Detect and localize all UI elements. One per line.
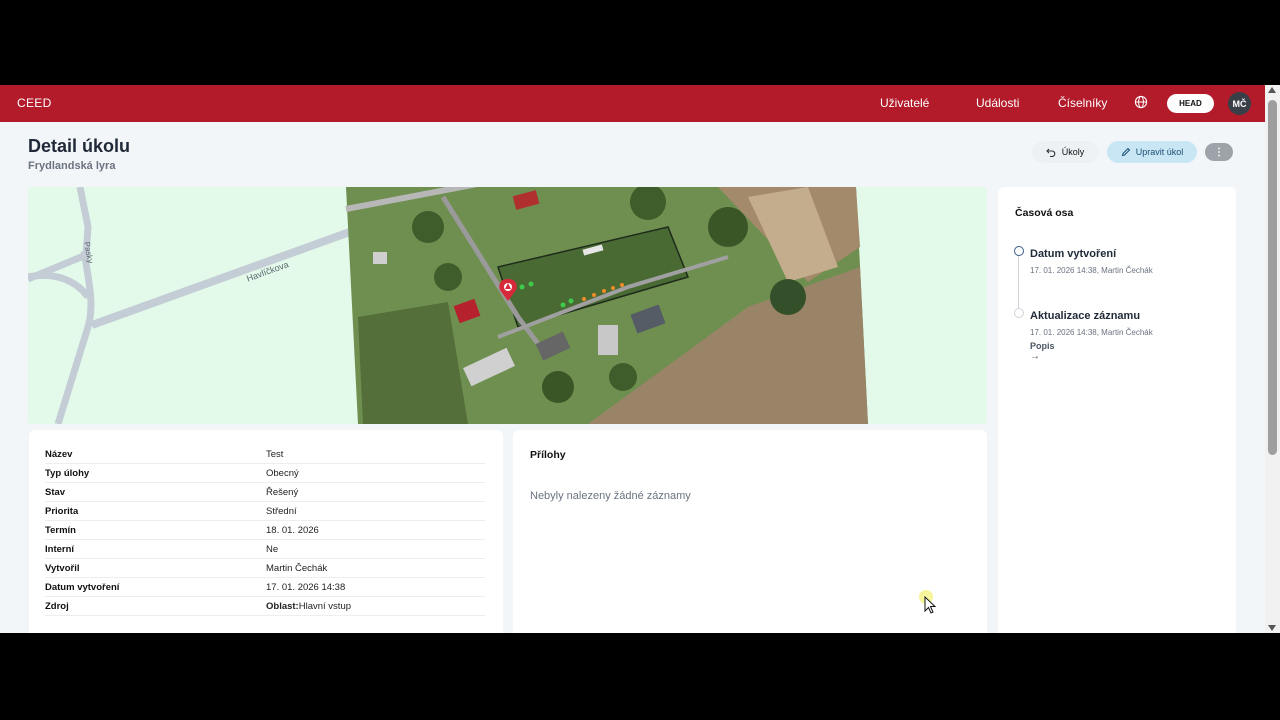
detail-row-created-by: Vytvořil Martin Čechák	[45, 559, 485, 578]
task-location-map[interactable]: Havlíčkova Pasky	[28, 187, 987, 424]
timeline-dot-updated	[1014, 308, 1024, 318]
back-to-tasks-button[interactable]: Úkoly	[1032, 141, 1098, 163]
nav-link-codebooks[interactable]: Číselníky	[1058, 96, 1107, 110]
page-scrollbar[interactable]	[1265, 85, 1280, 633]
back-button-label: Úkoly	[1061, 147, 1085, 157]
detail-row-type: Typ úlohy Obecný	[45, 464, 485, 483]
scroll-thumb[interactable]	[1268, 100, 1277, 455]
pencil-icon	[1121, 147, 1130, 157]
scroll-down-arrow-icon[interactable]	[1268, 625, 1276, 631]
right-arrow-icon[interactable]: →	[1030, 351, 1040, 362]
timeline-connector	[1018, 255, 1019, 315]
page-subtitle: Frydlandská lyra	[28, 160, 116, 172]
detail-row-name: Název Test	[45, 445, 485, 464]
timeline-dot-created	[1014, 246, 1024, 256]
detail-row-internal: Interní Ne	[45, 540, 485, 559]
aerial-photo-overlay	[345, 187, 868, 424]
scroll-up-arrow-icon[interactable]	[1268, 87, 1276, 93]
detail-row-created-at: Datum vytvoření 17. 01. 2026 14:38	[45, 578, 485, 597]
more-actions-button[interactable]	[1205, 143, 1233, 161]
mouse-cursor-icon	[919, 590, 937, 614]
globe-icon[interactable]	[1134, 95, 1148, 109]
page-title: Detail úkolu	[28, 136, 131, 156]
detail-row-source: Zdroj Oblast:Hlavní vstup	[45, 597, 485, 616]
timeline-event-created-title: Datum vytvoření	[1030, 248, 1117, 260]
timeline-event-created-meta: 17. 01. 2026 14:38, Martin Čechák	[1030, 266, 1153, 275]
nav-link-events[interactable]: Události	[976, 96, 1019, 110]
timeline-link-description[interactable]: Popis	[1030, 341, 1055, 351]
edit-task-button[interactable]: Upravit úkol	[1107, 141, 1197, 163]
timeline-event-updated-meta: 17. 01. 2026 14:38, Martin Čechák	[1030, 328, 1153, 337]
undo-arrow-icon	[1045, 148, 1056, 157]
attachments-empty-text: Nebyly nalezeny žádné záznamy	[530, 490, 691, 502]
attachments-card: Přílohy Nebyly nalezeny žádné záznamy	[513, 430, 987, 633]
edit-button-label: Upravit úkol	[1135, 147, 1184, 157]
kebab-menu-icon	[1218, 147, 1220, 157]
nav-link-users[interactable]: Uživatelé	[880, 96, 929, 110]
detail-row-deadline: Termín 18. 01. 2026	[45, 521, 485, 540]
timeline-event-updated-title: Aktualizace záznamu	[1030, 310, 1141, 322]
user-avatar[interactable]: MČ	[1228, 92, 1251, 115]
app-brand[interactable]: CEED	[17, 96, 52, 110]
top-navbar: CEED Uživatelé Události Číselníky HEAD M…	[0, 85, 1265, 122]
timeline-card: Časová osa Datum vytvoření 17. 01. 2026 …	[998, 187, 1236, 633]
detail-row-priority: Priorita Střední	[45, 502, 485, 521]
branch-badge[interactable]: HEAD	[1167, 94, 1214, 113]
task-detail-card: Název Test Typ úlohy Obecný Stav Řešený …	[29, 430, 503, 633]
app-viewport: CEED Uživatelé Události Číselníky HEAD M…	[0, 85, 1280, 633]
detail-row-state: Stav Řešený	[45, 483, 485, 502]
attachments-title: Přílohy	[530, 449, 566, 461]
timeline-title: Časová osa	[1015, 207, 1074, 219]
